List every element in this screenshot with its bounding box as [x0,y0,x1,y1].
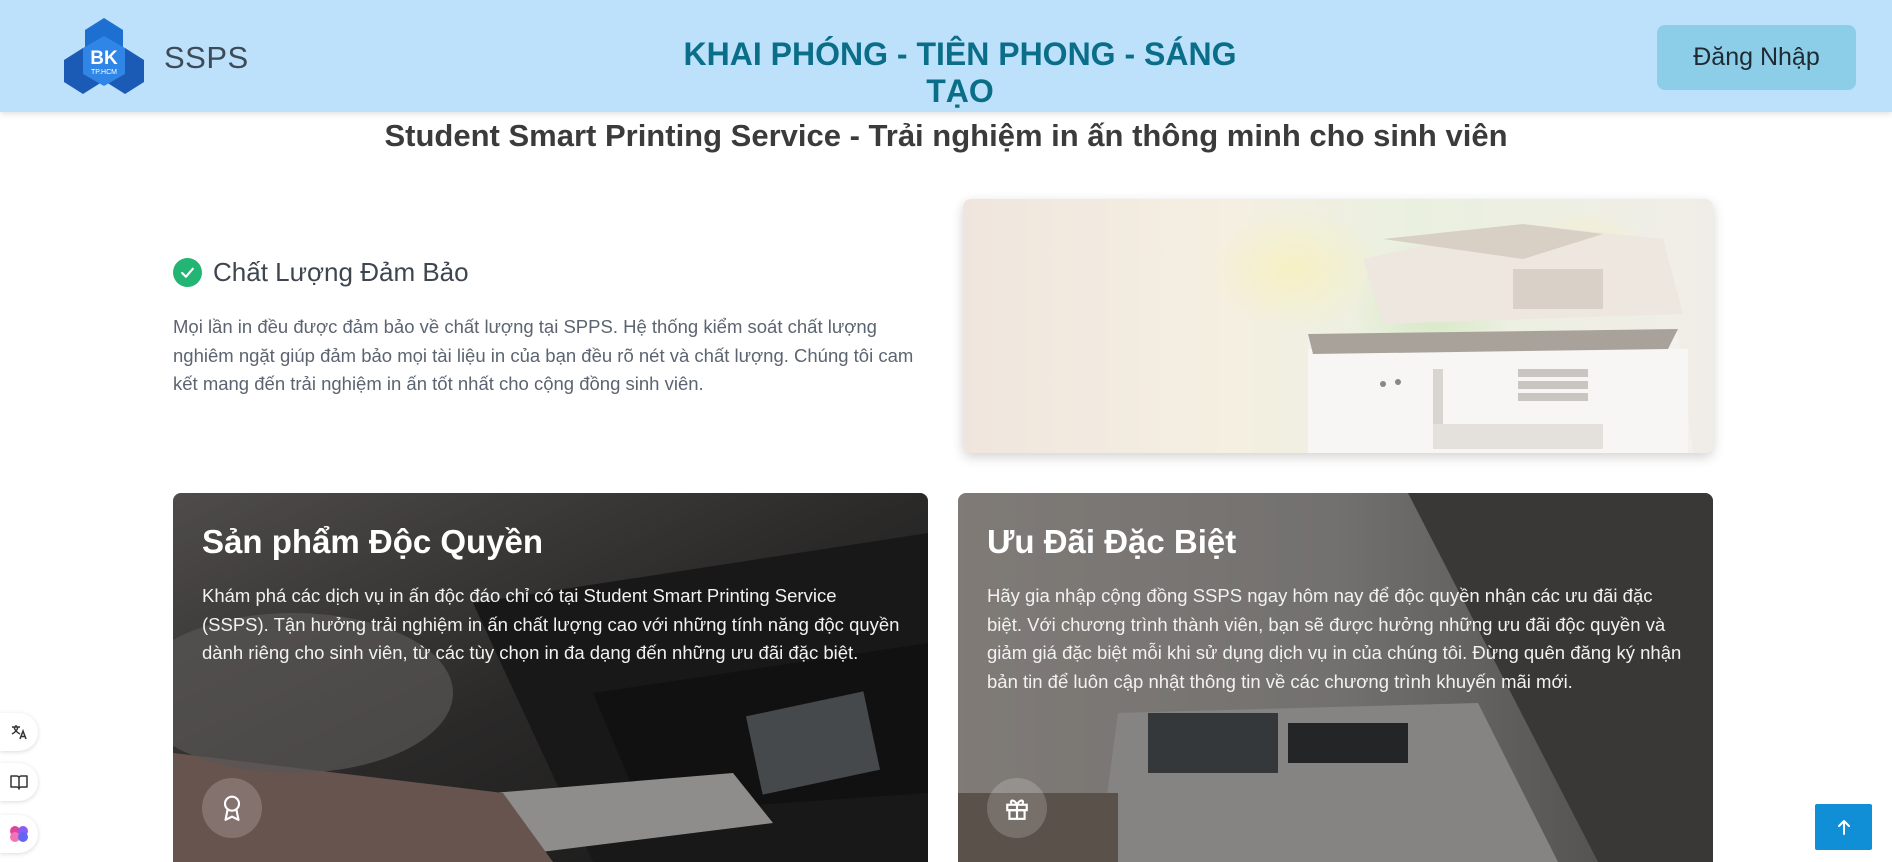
brain-icon[interactable] [0,815,38,853]
top-header: BK TP.HCM SSPS KHAI PHÓNG - TIÊN PHONG -… [0,0,1892,112]
quality-section: Chất Lượng Đảm Bảo Mọi lần in đều được đ… [173,255,923,399]
login-button[interactable]: Đăng Nhập [1657,25,1856,90]
bk-logo[interactable]: BK TP.HCM [63,16,145,98]
arrow-up-icon [1837,820,1850,835]
book-icon[interactable] [0,763,38,801]
back-to-top-button[interactable] [1815,804,1872,850]
slogan: KHAI PHÓNG - TIÊN PHONG - SÁNG TẠO [683,36,1237,109]
brand-name: SSPS [164,40,249,75]
special-offer-card[interactable]: Ưu Đãi Đặc Biệt Hãy gia nhập cộng đồng S… [958,493,1713,862]
svg-text:BK: BK [90,48,118,69]
card-description: Khám phá các dịch vụ in ấn độc đáo chỉ c… [202,585,900,663]
card-description: Hãy gia nhập cộng đồng SSPS ngay hôm nay… [987,585,1682,692]
gift-icon [987,778,1047,838]
printer-photo [963,199,1713,453]
quality-title: Chất Lượng Đảm Bảo [213,256,469,287]
quality-heading: Chất Lượng Đảm Bảo [173,255,923,289]
card-title: Sản phẩm Độc Quyền [202,523,544,560]
award-icon [202,778,262,838]
exclusive-product-card[interactable]: Sản phẩm Độc Quyền Khám phá các dịch vụ … [173,493,928,862]
check-circle-icon [173,257,202,287]
translate-icon[interactable] [0,713,38,751]
svg-text:TP.HCM: TP.HCM [91,69,117,76]
quality-description: Mọi lần in đều được đảm bảo về chất lượn… [173,316,914,394]
card-title: Ưu Đãi Đặc Biệt [987,523,1237,560]
page-title: Student Smart Printing Service - Trải ng… [384,118,1508,153]
